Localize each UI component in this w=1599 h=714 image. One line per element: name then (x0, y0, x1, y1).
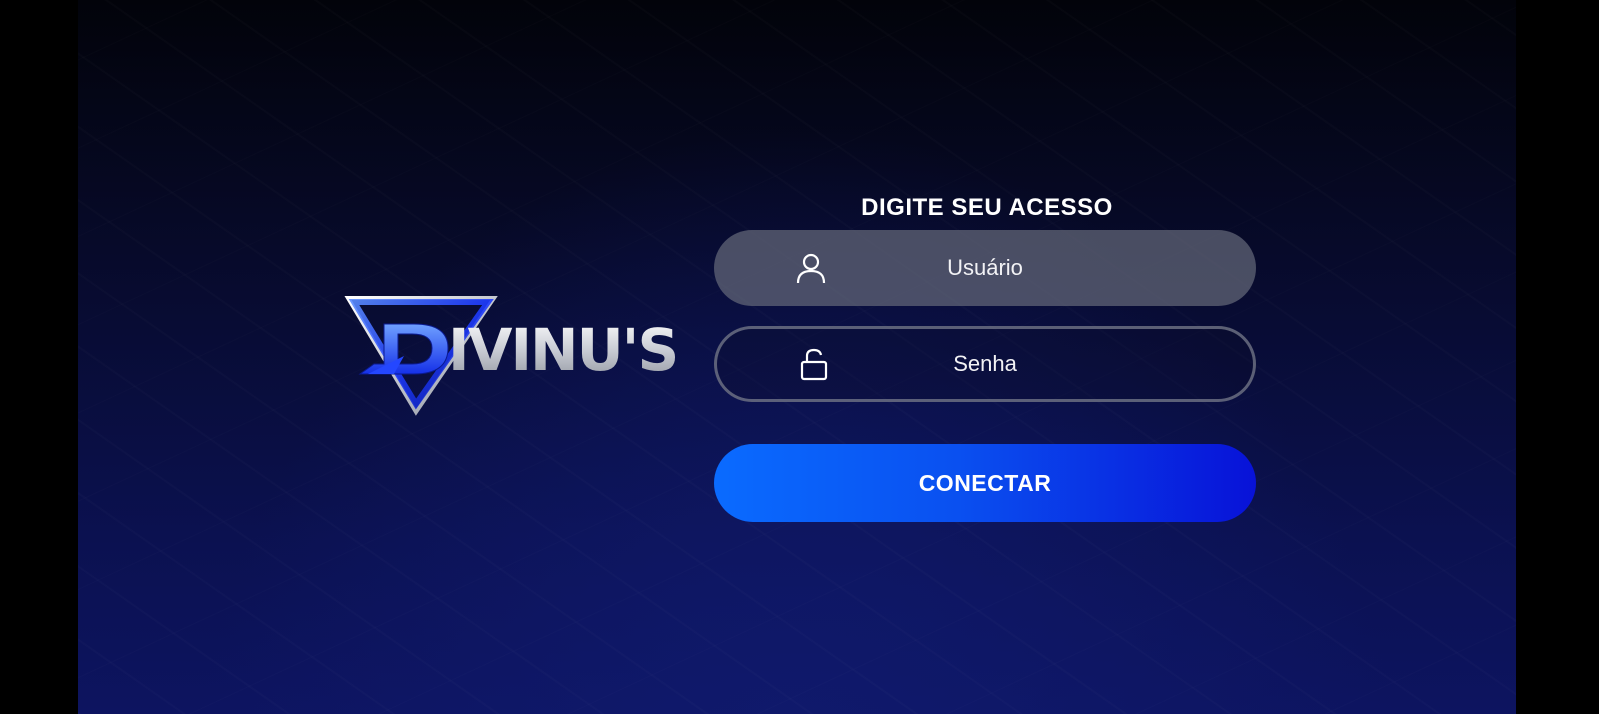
username-placeholder: Usuário (947, 255, 1023, 280)
login-panel: DIGITE SEU ACESSO Usuário Senha CONECTAR (714, 190, 1260, 522)
user-icon (796, 253, 826, 284)
password-placeholder: Senha (953, 351, 1017, 376)
password-field[interactable]: Senha (714, 326, 1256, 402)
logo-wordmark: IVINU'S (448, 316, 679, 384)
unlock-icon (800, 348, 828, 381)
connect-button[interactable]: CONECTAR (714, 444, 1256, 522)
brand-logo: IVINU'S (344, 296, 679, 420)
login-screen: IVINU'S DIGITE SEU ACESSO Usuário Senha … (78, 0, 1516, 714)
username-field[interactable]: Usuário (714, 230, 1256, 306)
login-heading: DIGITE SEU ACESSO (861, 194, 1113, 221)
